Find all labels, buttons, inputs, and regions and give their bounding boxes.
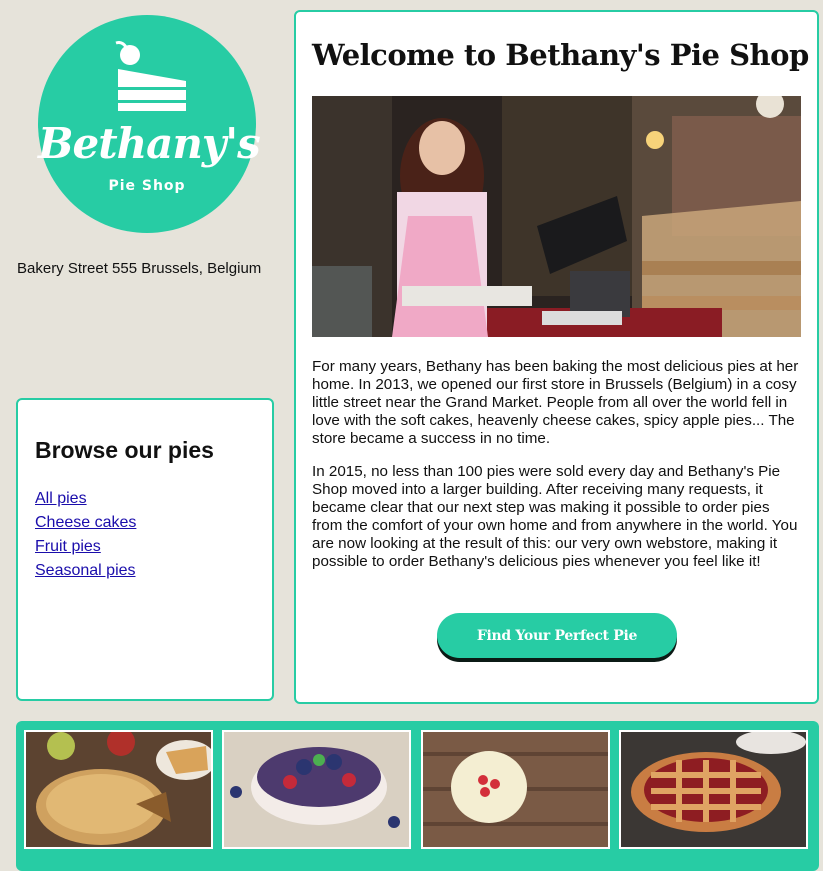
shop-logo[interactable]: Bethany's Pie Shop xyxy=(38,15,261,233)
find-pie-button[interactable]: Find Your Perfect Pie xyxy=(437,613,677,658)
apple-pie-thumbnail[interactable] xyxy=(24,730,213,849)
link-all-pies[interactable]: All pies xyxy=(35,490,87,507)
strawberry-cheesecake-thumbnail[interactable] xyxy=(421,730,610,849)
blueberry-cheesecake-thumbnail[interactable] xyxy=(222,730,411,849)
link-fruit-pies[interactable]: Fruit pies xyxy=(35,538,101,555)
browse-title: Browse our pies xyxy=(35,437,214,463)
link-seasonal-pies[interactable]: Seasonal pies xyxy=(35,562,136,579)
intro-paragraph: In 2015, no less than 100 pies were sold… xyxy=(312,463,798,570)
link-cheese-cakes[interactable]: Cheese cakes xyxy=(35,514,136,531)
browse-panel: Browse our pies All pies Cheese cakes Fr… xyxy=(16,398,274,701)
logo-subtitle: Pie Shop xyxy=(108,178,186,194)
pie-gallery xyxy=(16,721,819,871)
cake-slice-icon xyxy=(115,41,186,111)
shop-address: Bakery Street 555 Brussels, Belgium xyxy=(17,260,262,277)
intro-paragraph: For many years, Bethany has been baking … xyxy=(312,358,799,447)
hero-image xyxy=(312,96,801,337)
intro-text: For many years, Bethany has been baking … xyxy=(312,358,804,586)
welcome-panel: Welcome to Bethany's Pie Shop For many y… xyxy=(294,10,819,704)
logo-brand-text: Bethany's xyxy=(38,119,261,168)
page-title: Welcome to Bethany's Pie Shop xyxy=(312,38,809,72)
cherry-pie-thumbnail[interactable] xyxy=(619,730,808,849)
category-list: All pies Cheese cakes Fruit pies Seasona… xyxy=(35,487,136,583)
